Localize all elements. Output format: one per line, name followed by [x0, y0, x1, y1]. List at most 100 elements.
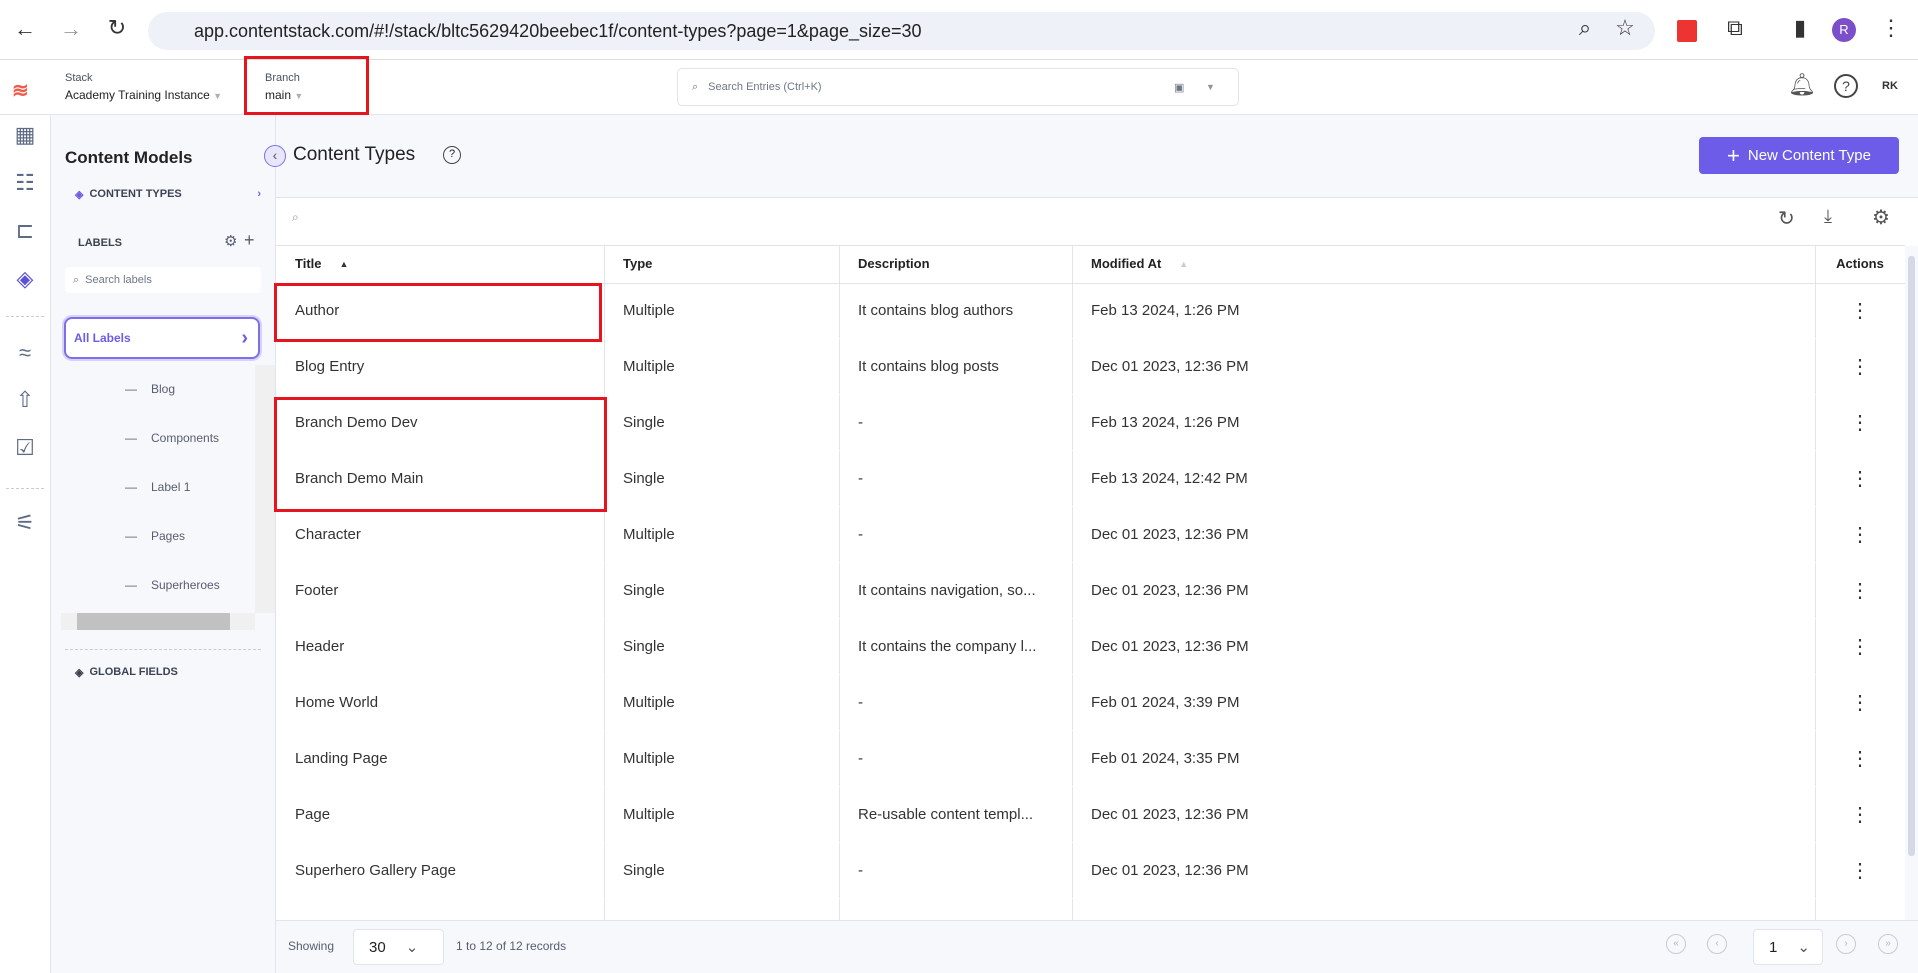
forward-icon[interactable]: →	[56, 16, 86, 42]
extensions-icon[interactable]: ⧉	[1720, 15, 1750, 41]
cell-type: Multiple	[623, 358, 675, 375]
next-page-icon[interactable]: ›	[1836, 934, 1856, 954]
table-row[interactable]: Footer Single It contains navigation, so..…	[276, 563, 1905, 619]
dashboard-icon[interactable]: ▦	[10, 122, 40, 152]
url-bar[interactable]: app.contentstack.com/#!/stack/bltc562942…	[148, 12, 1655, 50]
row-actions-icon[interactable]: ⋮	[1815, 283, 1905, 338]
cell-title[interactable]: Home World	[276, 675, 604, 730]
table-scrollbar[interactable]	[1905, 246, 1918, 921]
page-select[interactable]: 1 ⌄	[1753, 929, 1823, 965]
table-row[interactable]: Page Multiple Re-usable content templ... De…	[276, 787, 1905, 843]
prev-page-icon[interactable]: ‹	[1707, 934, 1727, 954]
table-row[interactable]: Landing Page Multiple - Feb 01 2024, 3:35 P…	[276, 731, 1905, 787]
back-icon[interactable]: ←	[10, 16, 40, 42]
vertical-scrollbar[interactable]	[255, 365, 275, 613]
row-actions-icon[interactable]: ⋮	[1815, 395, 1905, 450]
first-page-icon[interactable]: «	[1666, 934, 1686, 954]
table-row[interactable]: Header Single It contains the company l...…	[276, 619, 1905, 675]
help-icon[interactable]: ?	[1834, 74, 1858, 98]
row-actions-icon[interactable]: ⋮	[1815, 787, 1905, 842]
cell-description: -	[858, 470, 863, 487]
row-actions-icon[interactable]: ⋮	[1815, 563, 1905, 618]
user-avatar[interactable]: RK	[1882, 80, 1898, 92]
table-row[interactable]: Character Multiple - Dec 01 2023, 12:36 PM ⋮	[276, 507, 1905, 563]
row-actions-icon[interactable]: ⋮	[1815, 731, 1905, 786]
export-icon[interactable]: ⤓	[1824, 206, 1832, 227]
refresh-icon[interactable]: ↻	[1778, 206, 1795, 231]
global-fields-nav[interactable]: ◈ GLOBAL FIELDS	[75, 666, 178, 679]
publish-icon[interactable]: ⇧	[10, 387, 40, 417]
content-types-nav[interactable]: ◈ CONTENT TYPES ›	[75, 188, 261, 201]
plus-icon: +	[1727, 142, 1740, 168]
row-actions-icon[interactable]: ⋮	[1815, 339, 1905, 394]
row-actions-icon[interactable]: ⋮	[1815, 843, 1905, 898]
settings-icon[interactable]: ⚙	[1872, 205, 1890, 230]
label-item[interactable]: — Superheroes	[125, 578, 220, 592]
sidepanel-icon[interactable]: ▮	[1785, 15, 1815, 41]
profile-avatar[interactable]: R	[1832, 18, 1856, 42]
cell-title[interactable]: Footer	[276, 563, 604, 618]
webhooks-icon[interactable]: ≈	[10, 340, 40, 370]
cell-type: Multiple	[623, 750, 675, 767]
label-item[interactable]: — Components	[125, 431, 219, 445]
table-row[interactable]: Blog Entry Multiple It contains blog posts…	[276, 339, 1905, 395]
cell-modified-at: Feb 13 2024, 1:26 PM	[1091, 302, 1240, 319]
table-row[interactable]: Superhero Gallery Page Single - Dec 01 2023…	[276, 843, 1905, 899]
gear-icon[interactable]: ⚙	[224, 232, 237, 250]
scroll-thumb[interactable]	[77, 613, 230, 630]
page-size-select[interactable]: 30 ⌄	[353, 929, 444, 965]
reload-icon[interactable]: ↻	[102, 15, 132, 41]
collapse-panel-button[interactable]: ‹	[264, 145, 286, 167]
all-labels-item[interactable]: All Labels ›	[64, 317, 260, 359]
global-fields-icon: ◈	[75, 667, 84, 679]
cell-description: -	[858, 694, 863, 711]
cell-type: Single	[623, 862, 665, 879]
column-description: Description	[839, 245, 1072, 282]
row-actions-icon[interactable]: ⋮	[1815, 675, 1905, 730]
cell-title[interactable]: Header	[276, 619, 604, 674]
content-models-icon[interactable]: ◈	[10, 266, 40, 296]
entries-icon[interactable]: ☷	[10, 170, 40, 200]
settings-sliders-icon[interactable]: ⚟	[10, 510, 40, 540]
horizontal-scrollbar[interactable]	[61, 613, 255, 630]
showing-label: Showing	[288, 939, 335, 953]
cell-type: Single	[623, 414, 665, 431]
pdf-extension-icon[interactable]	[1677, 20, 1697, 42]
stack-selector[interactable]: Stack Academy Training Instance ▼	[65, 72, 222, 102]
cell-title[interactable]: Character	[276, 507, 604, 562]
cell-title[interactable]: Page	[276, 787, 604, 842]
content-models-tree-icon[interactable]: ⊏	[10, 218, 40, 248]
table-search-icon[interactable]: ⌕	[292, 210, 299, 225]
table-row[interactable]: Home World Multiple - Feb 01 2024, 3:39 PM ⋮	[276, 675, 1905, 731]
cell-modified-at: Feb 13 2024, 12:42 PM	[1091, 470, 1248, 487]
label-text: Label 1	[151, 480, 191, 494]
caret-down-icon: ▼	[213, 91, 223, 101]
caret-down-icon[interactable]: ▼	[1206, 82, 1215, 92]
row-actions-icon[interactable]: ⋮	[1815, 507, 1905, 562]
row-actions-icon[interactable]: ⋮	[1815, 451, 1905, 506]
saved-search-icon[interactable]: ▣	[1174, 81, 1184, 94]
bell-icon[interactable]: 🔔︎	[1788, 72, 1816, 98]
menu-icon[interactable]: ⋮	[1876, 15, 1906, 41]
help-icon[interactable]: ?	[443, 146, 461, 164]
search-labels-input[interactable]: ⌕ Search labels	[65, 267, 261, 293]
cell-modified-at: Dec 01 2023, 12:36 PM	[1091, 358, 1249, 375]
last-page-icon[interactable]: »	[1878, 934, 1898, 954]
row-actions-icon[interactable]: ⋮	[1815, 619, 1905, 674]
label-item[interactable]: — Pages	[125, 529, 185, 543]
column-title[interactable]: Title ▲	[276, 245, 604, 282]
star-icon[interactable]: ☆	[1610, 15, 1640, 41]
add-label-icon[interactable]: +	[244, 230, 255, 251]
content-models-panel: Content Models ◈ CONTENT TYPES › LABELS ⚙…	[51, 115, 276, 973]
new-content-type-button[interactable]: + New Content Type	[1699, 137, 1899, 174]
search-entries[interactable]: ⌕ Search Entries (Ctrl+K) ▣ ▼	[677, 68, 1239, 106]
releases-icon[interactable]: ☑	[10, 435, 40, 465]
cell-modified-at: Dec 01 2023, 12:36 PM	[1091, 582, 1249, 599]
column-modified-at[interactable]: Modified At ▲	[1072, 245, 1815, 282]
label-item[interactable]: — Blog	[125, 382, 175, 396]
cell-title[interactable]: Landing Page	[276, 731, 604, 786]
label-item[interactable]: — Label 1	[125, 480, 190, 494]
zoom-icon[interactable]: ⌕	[1570, 15, 1600, 41]
cell-title[interactable]: Blog Entry	[276, 339, 604, 394]
cell-title[interactable]: Superhero Gallery Page	[276, 843, 604, 898]
